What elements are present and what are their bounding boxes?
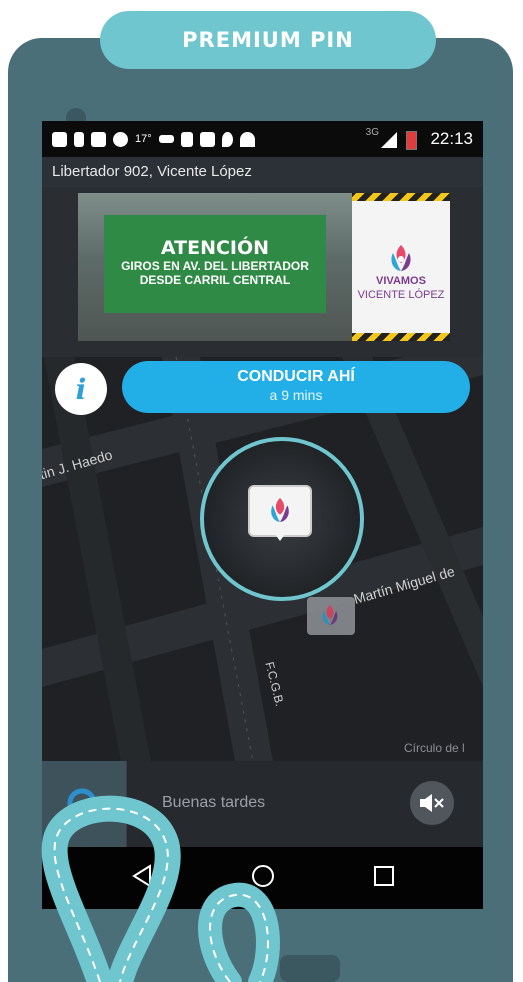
vivamos-logo-icon xyxy=(391,245,411,271)
drive-there-label: CONDUCIR AHÍ xyxy=(237,368,355,385)
bottom-divider xyxy=(126,761,127,847)
street-label-circulo: Círculo de l xyxy=(404,741,465,755)
play-store-icon xyxy=(180,131,193,147)
status-bar: 17° 3G 22:13 xyxy=(42,121,483,157)
brand-line-2: VICENTE LÓPEZ xyxy=(357,289,445,301)
back-icon[interactable] xyxy=(130,863,154,889)
vivamos-pin-icon xyxy=(271,498,289,522)
search-icon xyxy=(67,788,97,818)
secondary-pin[interactable] xyxy=(307,597,355,635)
whatsapp-icon xyxy=(113,131,128,147)
hazard-stripe-top xyxy=(352,193,450,201)
banner-title: ATENCIÓN xyxy=(160,237,270,259)
current-address: Libertador 902, Vicente López xyxy=(42,157,483,187)
premium-pin-header: PREMIUM PIN xyxy=(100,11,436,69)
banner-line-2: DESDE CARRIL CENTRAL xyxy=(139,273,291,287)
bottom-bar: Buenas tardes xyxy=(42,761,483,847)
voicemail-icon xyxy=(158,135,174,143)
clock: 22:13 xyxy=(430,129,473,148)
image-icon xyxy=(91,131,106,147)
temperature: 17° xyxy=(135,133,152,145)
alert-icon xyxy=(74,131,84,147)
search-button[interactable] xyxy=(42,761,126,847)
home-icon[interactable] xyxy=(250,863,276,889)
phone-screen: 17° 3G 22:13 Libertador 902, Vicente Lóp… xyxy=(42,121,483,909)
banner-line-1: GIROS EN AV. DEL LIBERTADOR xyxy=(121,259,309,273)
banner-message-box: ATENCIÓN GIROS EN AV. DEL LIBERTADOR DES… xyxy=(104,215,326,313)
vivamos-pin-small-icon xyxy=(322,605,338,625)
greeting-text: Buenas tardes xyxy=(162,794,266,811)
drive-there-button[interactable]: CONDUCIR AHÍ a 9 mins xyxy=(122,361,470,413)
sound-toggle-button[interactable] xyxy=(410,781,454,825)
info-button[interactable]: i xyxy=(55,363,107,415)
android-nav-bar xyxy=(42,847,483,909)
location-icon xyxy=(221,131,233,147)
brand-line-1: VIVAMOS xyxy=(376,275,426,287)
drive-eta: a 9 mins xyxy=(269,387,323,403)
ad-banner[interactable]: ATENCIÓN GIROS EN AV. DEL LIBERTADOR DES… xyxy=(78,193,450,341)
premium-pin[interactable] xyxy=(248,485,312,541)
battery-icon xyxy=(406,131,417,150)
skype-icon xyxy=(52,131,67,147)
recents-icon[interactable] xyxy=(372,863,396,889)
signal-icon xyxy=(381,132,397,148)
map-view[interactable]: rtin J. Haedo Martín Miguel de F.C.G.B. … xyxy=(42,357,483,767)
network-type: 3G xyxy=(365,127,379,138)
speaker-muted-icon xyxy=(420,794,444,812)
brand-panel: VIVAMOS VICENTE LÓPEZ xyxy=(352,193,450,341)
message-icon xyxy=(199,131,215,147)
wifi-icon xyxy=(239,131,255,147)
hazard-stripe-bottom xyxy=(352,333,450,341)
